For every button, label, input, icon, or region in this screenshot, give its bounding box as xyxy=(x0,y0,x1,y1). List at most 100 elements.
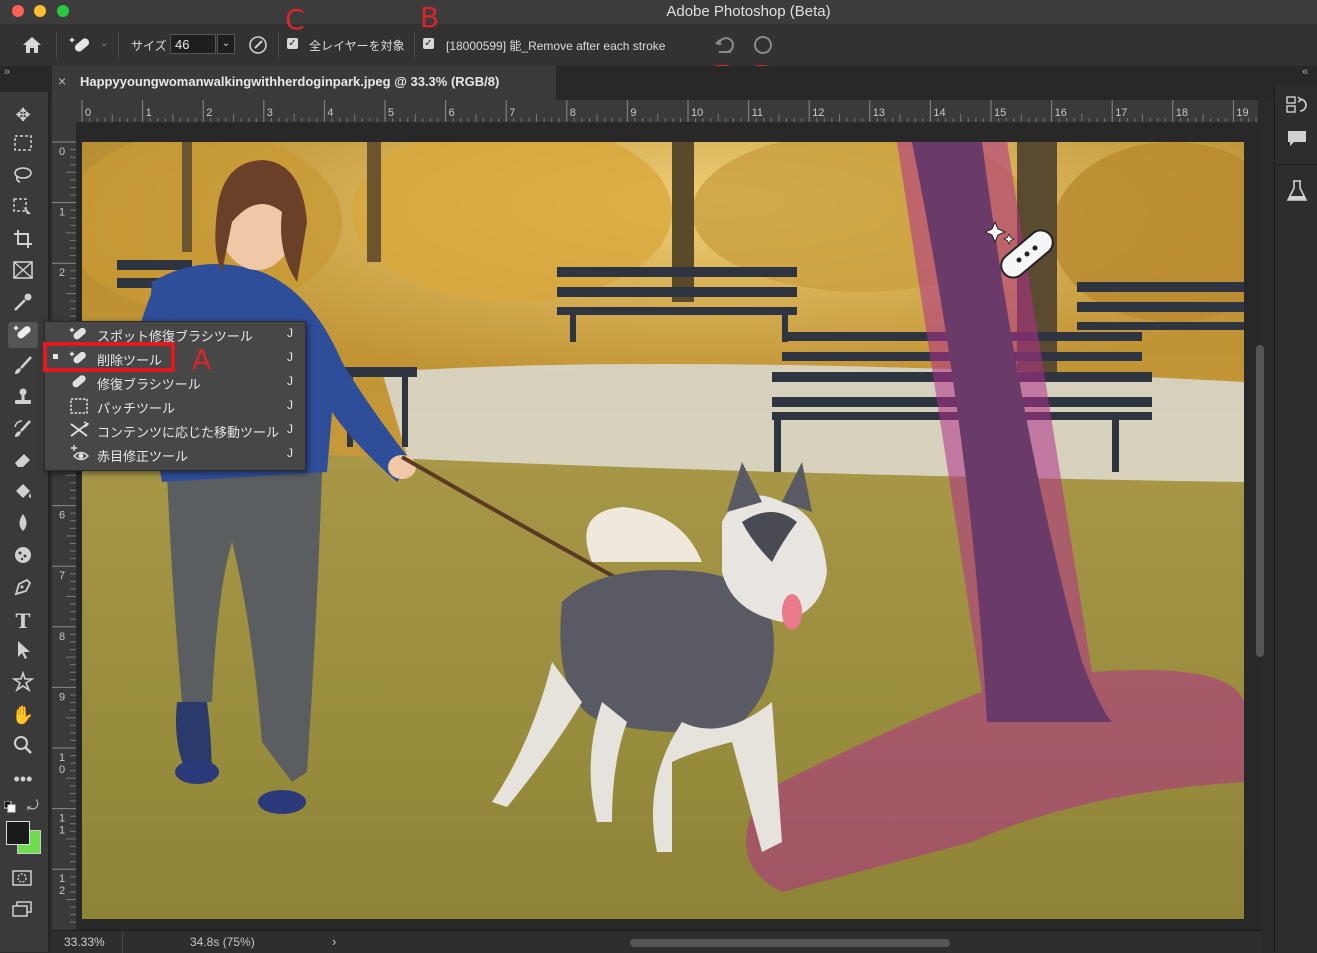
title-bar: Adobe Photoshop (Beta) xyxy=(0,0,1317,25)
type-tool-icon[interactable]: T xyxy=(8,608,38,634)
flyout-item-shortcut: J xyxy=(287,398,293,412)
remove-after-stroke-checkbox[interactable]: ✓ xyxy=(423,38,434,49)
close-tab-icon[interactable]: × xyxy=(58,73,66,89)
path-selection-tool-icon[interactable] xyxy=(8,639,38,665)
undo-stroke-icon[interactable] xyxy=(713,34,737,56)
healing-brush-icon xyxy=(69,373,89,391)
ruler-label: 11 xyxy=(752,107,763,119)
history-brush-tool-icon[interactable] xyxy=(8,418,38,444)
custom-shape-tool-icon[interactable] xyxy=(8,670,38,697)
all-layers-checkbox[interactable]: ✓ xyxy=(287,38,298,49)
screen-mode-icon[interactable] xyxy=(11,900,33,918)
ruler-label: 12 xyxy=(812,107,824,119)
quick-mask-icon[interactable] xyxy=(11,869,33,887)
horizontal-ruler: 0 1 2 3 4 5 6 7 8 9 10 11 12 13 14 15 16 17 18 19 xyxy=(78,100,1258,123)
ruler-label: 9 xyxy=(59,691,65,703)
paint-bucket-tool-icon[interactable] xyxy=(8,481,38,507)
ruler-label: 2 xyxy=(59,267,65,279)
ruler-label: 14 xyxy=(933,107,945,119)
ruler-label: 2 xyxy=(206,107,212,119)
ruler-label: 8 xyxy=(59,631,65,643)
eyedropper-tool-icon[interactable] xyxy=(8,291,38,317)
ruler-label: 8 xyxy=(570,107,576,119)
flyout-item-healing-brush[interactable]: 修復ブラシツール J xyxy=(45,370,305,394)
default-colors-icon[interactable] xyxy=(3,800,16,813)
flyout-item-shortcut: J xyxy=(287,350,293,364)
ruler-label: 1 xyxy=(59,752,65,764)
ruler-label: 6 xyxy=(449,107,455,119)
home-icon[interactable] xyxy=(20,35,44,55)
window-title: Adobe Photoshop (Beta) xyxy=(666,3,831,20)
clone-stamp-tool-icon[interactable] xyxy=(8,386,38,412)
size-input[interactable]: 46 xyxy=(170,34,216,54)
flyout-item-content-aware-move[interactable]: コンテンツに応じた移動ツール J xyxy=(45,418,305,442)
annotation-c: C xyxy=(285,3,305,36)
vertical-scrollbar-thumb[interactable] xyxy=(1256,345,1264,657)
flyout-item-red-eye[interactable]: 赤目修正ツール J xyxy=(45,442,305,466)
ruler-label: 18 xyxy=(1176,107,1188,119)
document-tab[interactable]: × Happyyoungwomanwalkingwithherdoginpark… xyxy=(52,66,556,100)
ruler-label: 1 xyxy=(59,825,65,837)
document-info: 34.8s (75%) xyxy=(190,935,255,949)
swap-colors-icon[interactable]: ⤾ xyxy=(27,797,39,814)
history-panel-icon[interactable] xyxy=(1284,94,1310,116)
horizontal-scrollbar-thumb[interactable] xyxy=(630,939,950,947)
flyout-item-label: 赤目修正ツール xyxy=(97,449,189,464)
ruler-label: 15 xyxy=(994,107,1006,119)
ruler-label: 9 xyxy=(630,107,636,119)
flyout-item-label: コンテンツに応じた移動ツール xyxy=(97,425,280,440)
collapse-toolbar-icon[interactable]: » xyxy=(4,66,10,78)
brush-tool-icon[interactable] xyxy=(8,354,38,380)
remove-after-stroke-label: [18000599] 能_Remove after each stroke xyxy=(446,39,666,53)
preset-dropdown-icon[interactable]: ⌄ xyxy=(100,38,108,49)
ruler-label: 10 xyxy=(691,107,703,119)
zoom-tool-icon[interactable] xyxy=(8,734,38,760)
flyout-item-label: パッチツール xyxy=(97,401,176,416)
spot-healing-icon xyxy=(69,325,89,343)
foreground-color-swatch[interactable] xyxy=(6,821,30,845)
object-selection-tool-icon[interactable] xyxy=(8,197,38,223)
ruler-label: 1 xyxy=(59,207,65,219)
size-label: サイズ xyxy=(131,39,167,53)
ruler-origin[interactable] xyxy=(52,100,78,123)
ruler-label: 1 xyxy=(146,107,152,119)
blur-tool-icon[interactable] xyxy=(8,512,38,538)
sponge-tool-icon[interactable] xyxy=(8,544,38,570)
hand-tool-icon[interactable]: ✋ xyxy=(8,702,38,728)
status-arrow-icon[interactable]: › xyxy=(332,934,336,949)
marquee-tool-icon[interactable] xyxy=(8,133,38,159)
lasso-tool-icon[interactable] xyxy=(8,165,38,191)
eraser-tool-icon[interactable] xyxy=(8,449,38,475)
ruler-label: 2 xyxy=(59,885,65,897)
ruler-label: 7 xyxy=(509,107,515,119)
ruler-label: 1 xyxy=(59,873,65,885)
pressure-size-icon[interactable] xyxy=(247,34,269,56)
options-bar: ⌄ サイズ 46 ⌄ ✓ 全レイヤーを対象 ✓ [18000599] 能_Rem… xyxy=(0,4,1317,90)
highlight-box xyxy=(43,342,175,372)
beta-labs-icon[interactable] xyxy=(1284,178,1310,204)
ruler-label: 0 xyxy=(85,107,91,119)
document-tab-title: Happyyoungwomanwalkingwithherdoginpark.j… xyxy=(80,74,500,89)
collapse-panels-icon[interactable]: « xyxy=(1302,66,1308,78)
ruler-label: 19 xyxy=(1236,107,1248,119)
apply-circle-icon[interactable] xyxy=(754,36,772,54)
flyout-item-shortcut: J xyxy=(287,422,293,436)
move-tool-icon[interactable]: ✥ xyxy=(8,102,38,128)
right-panel-dock xyxy=(1274,84,1317,952)
size-dropdown-icon[interactable]: ⌄ xyxy=(217,34,235,54)
flyout-item-patch[interactable]: パッチツール J xyxy=(45,394,305,418)
frame-tool-icon[interactable] xyxy=(8,260,38,286)
vertical-ruler: 0123456789101112 xyxy=(52,122,77,930)
comments-panel-icon[interactable] xyxy=(1284,128,1310,150)
ruler-label: 7 xyxy=(59,570,65,582)
more-tools-icon[interactable]: ••• xyxy=(8,766,38,792)
pen-tool-icon[interactable] xyxy=(8,576,38,602)
healing-tools-icon[interactable] xyxy=(8,322,38,348)
remove-tool-preset-icon[interactable] xyxy=(68,33,94,57)
crop-tool-icon[interactable] xyxy=(8,228,38,254)
document-canvas[interactable] xyxy=(82,142,1244,919)
flyout-item-shortcut: J xyxy=(287,374,293,388)
zoom-level[interactable]: 33.33% xyxy=(64,935,105,949)
flyout-item-label: 修復ブラシツール xyxy=(97,377,201,392)
status-bar: 33.33% 34.8s (75%) › xyxy=(52,930,1262,953)
